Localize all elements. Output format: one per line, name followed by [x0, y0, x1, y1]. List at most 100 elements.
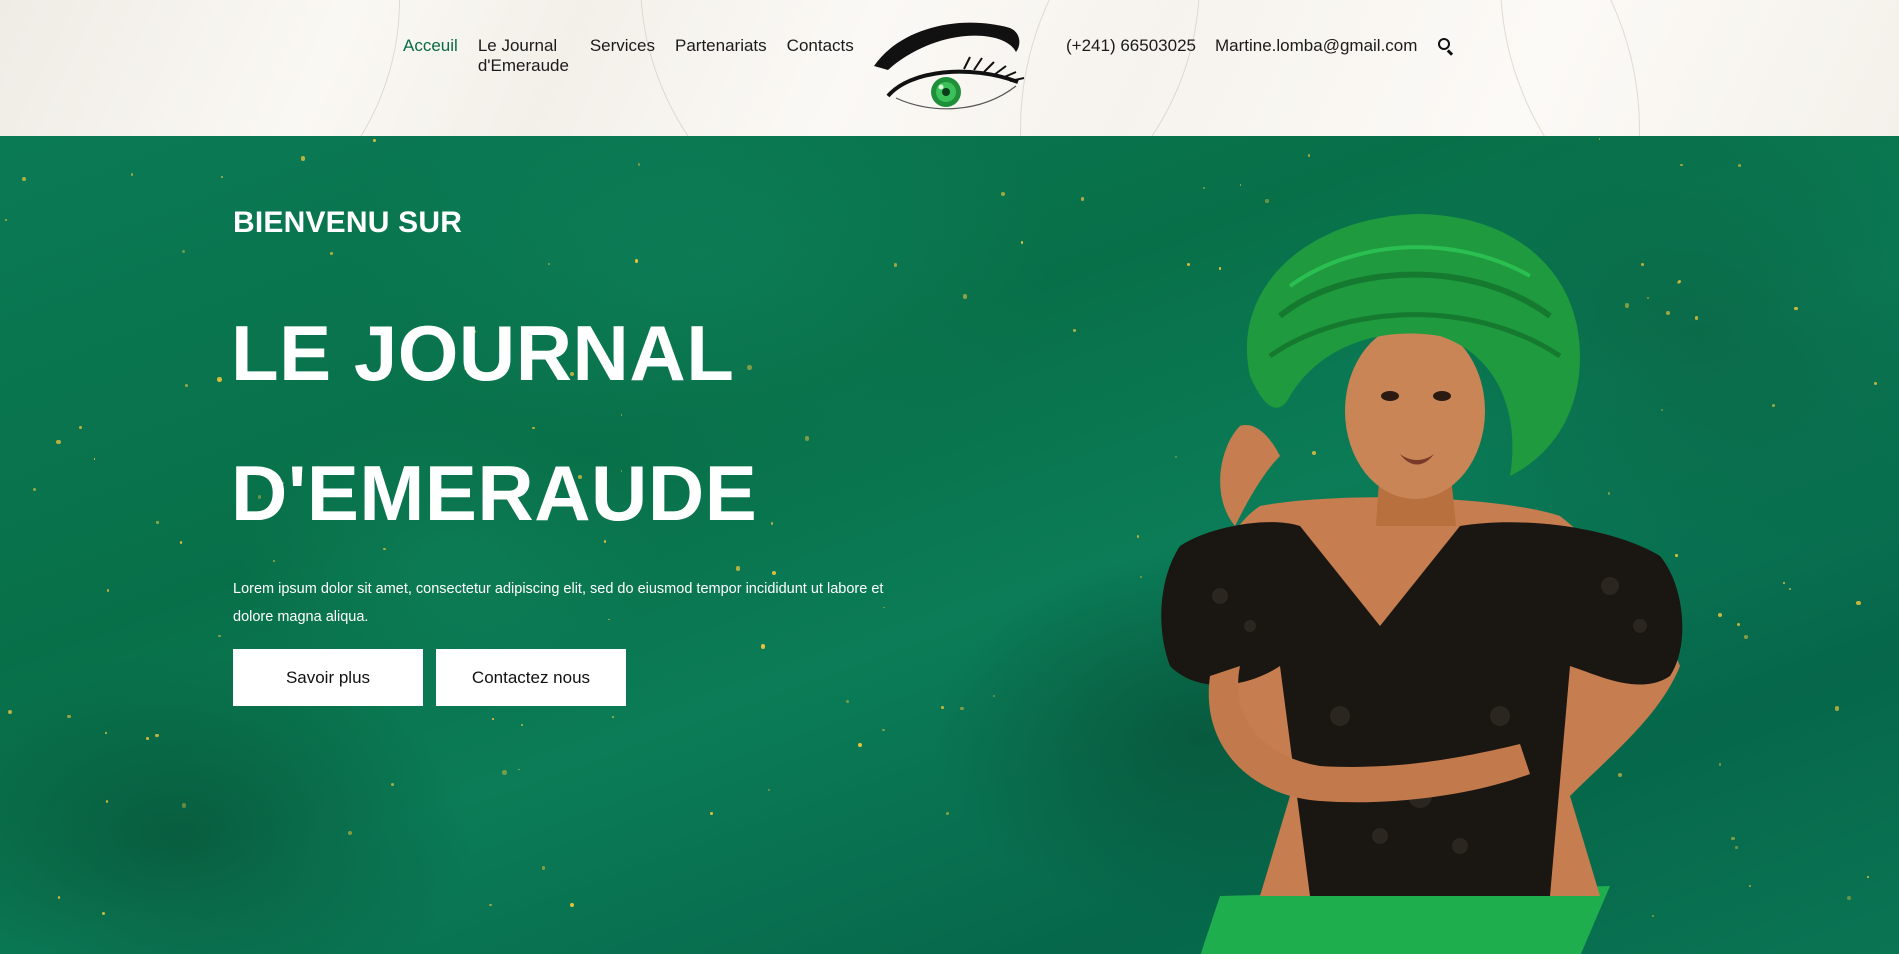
gold-speck — [7, 709, 13, 714]
gold-speck — [56, 439, 61, 445]
gold-speck — [1735, 845, 1739, 849]
gold-speck — [502, 770, 507, 775]
gold-speck — [857, 743, 862, 748]
gold-speck — [1867, 876, 1869, 878]
header-contact: (+241) 66503025 Martine.lomba@gmail.com — [1066, 36, 1455, 56]
gold-speck — [993, 695, 996, 697]
gold-speck — [1846, 895, 1851, 900]
nav-item-services[interactable]: Services — [590, 36, 655, 56]
gold-speck — [770, 522, 774, 525]
gold-speck — [1744, 635, 1749, 640]
gold-speck — [217, 377, 222, 382]
gold-speck — [217, 634, 221, 638]
gold-speck — [1307, 154, 1311, 158]
gold-speck — [1873, 381, 1878, 385]
gold-speck — [1856, 601, 1861, 606]
gold-speck — [1794, 306, 1798, 311]
hero-title-line-1: LE JOURNAL — [231, 309, 735, 397]
gold-speck — [634, 259, 639, 264]
gold-speck — [4, 218, 8, 222]
gold-speck — [93, 457, 96, 460]
gold-speck — [104, 731, 107, 734]
hero-description: Lorem ipsum dolor sit amet, consectetur … — [233, 581, 884, 625]
gold-speck — [300, 156, 305, 161]
gold-speck — [946, 812, 949, 815]
hero-model-image — [1161, 214, 1683, 954]
gold-speck — [146, 737, 149, 740]
gold-speck — [489, 904, 492, 907]
gold-speck — [735, 566, 740, 571]
gold-speck — [1748, 884, 1752, 887]
gold-speck — [185, 383, 189, 387]
phone-number[interactable]: (+241) 66503025 — [1066, 36, 1196, 56]
gold-speck — [804, 436, 810, 441]
nav-item-journal[interactable]: Le Journal d'Emeraude — [478, 36, 570, 76]
gold-speck — [101, 911, 106, 916]
header-decoration — [0, 0, 400, 136]
gold-speck — [893, 263, 897, 267]
gold-speck — [768, 788, 771, 792]
gold-speck — [760, 644, 765, 649]
gold-speck — [882, 728, 885, 732]
gold-speck — [960, 706, 964, 711]
site-header: Acceuil Le Journal d'Emeraude Services P… — [0, 0, 1899, 136]
nav-item-contacts[interactable]: Contacts — [787, 36, 854, 56]
gold-speck — [1680, 163, 1683, 167]
gold-speck — [130, 173, 134, 176]
gold-speck — [182, 249, 186, 253]
nav-item-acceuil[interactable]: Acceuil — [403, 36, 458, 56]
gold-speck — [33, 487, 37, 492]
gold-speck — [1738, 164, 1742, 168]
gold-speck — [611, 715, 614, 718]
hero-section: BIENVENU SUR LE JOURNAL D'EMERAUDE Lorem… — [0, 136, 1899, 954]
gold-speck — [1834, 706, 1839, 711]
gold-speck — [1598, 138, 1601, 140]
gold-speck — [962, 294, 967, 299]
gold-speck — [541, 866, 546, 870]
gold-speck — [1717, 612, 1723, 618]
gold-speck — [373, 138, 377, 142]
gold-speck — [940, 705, 944, 709]
gold-speck — [1730, 836, 1735, 841]
gold-speck — [1737, 622, 1741, 626]
gold-speck — [154, 733, 159, 738]
gold-speck — [491, 717, 494, 720]
gold-speck — [1239, 183, 1242, 186]
gold-speck — [521, 724, 523, 726]
gold-speck — [1136, 535, 1140, 538]
gold-speck — [181, 803, 186, 808]
hero-eyebrow: BIENVENU SUR — [233, 206, 463, 239]
gold-speck — [518, 768, 520, 771]
savoir-plus-button[interactable]: Savoir plus — [233, 649, 423, 706]
gold-speck — [1080, 197, 1085, 201]
gold-speck — [710, 812, 713, 815]
hero-title-line-2: D'EMERAUDE — [231, 449, 758, 537]
gold-speck — [179, 541, 182, 544]
contactez-nous-button[interactable]: Contactez nous — [436, 649, 626, 706]
nav-item-partenariats[interactable]: Partenariats — [675, 36, 767, 56]
gold-speck — [1072, 329, 1076, 333]
gold-speck — [220, 175, 224, 178]
gold-speck — [548, 263, 551, 266]
gold-speck — [66, 714, 71, 719]
search-icon[interactable] — [1437, 37, 1455, 56]
gold-speck — [57, 896, 60, 899]
gold-speck — [107, 589, 110, 592]
gold-speck — [1718, 763, 1722, 766]
gold-speck — [1771, 404, 1776, 408]
gold-speck — [637, 163, 640, 166]
gold-speck — [390, 782, 395, 787]
email-address[interactable]: Martine.lomba@gmail.com — [1215, 36, 1417, 56]
gold-speck — [1789, 587, 1792, 590]
gold-speck — [1203, 187, 1205, 189]
gold-speck — [1783, 582, 1786, 585]
gold-speck — [156, 521, 159, 524]
gold-speck — [1021, 241, 1024, 244]
gold-speck — [570, 903, 575, 908]
gold-speck — [1000, 192, 1005, 197]
emerald-eye-logo[interactable] — [870, 18, 1026, 116]
gold-speck — [329, 251, 333, 255]
gold-speck — [348, 830, 353, 836]
gold-speck — [78, 425, 82, 429]
main-nav: Acceuil Le Journal d'Emeraude Services P… — [403, 36, 874, 76]
